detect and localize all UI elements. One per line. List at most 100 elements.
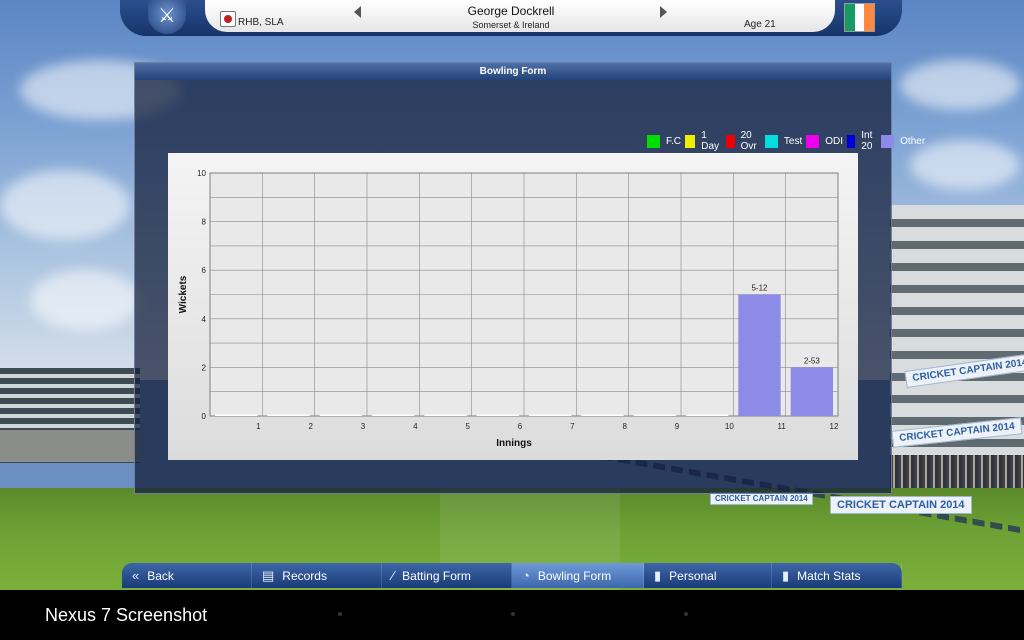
game-logo-icon[interactable]: ⚔ [148,0,186,34]
personal-icon: ▮ [654,567,662,583]
bar [529,414,572,416]
right-pavilion [890,205,1024,495]
nav-bowling-form-button[interactable]: ◔ Bowling Form [512,563,644,588]
x-tick-label: 12 [830,422,839,431]
x-tick-label: 5 [465,422,470,431]
bowling-form-chart: 0 2 4 6 8 10 1 2 3 4 5 6 7 8 9 10 11 12 5-12 2-53 Innings Wic… [168,153,858,460]
legend-item: F.C [647,134,681,148]
nav-records-button[interactable]: ▤ Records [252,563,382,588]
screenshot-caption: Nexus 7 Screenshot [45,605,208,625]
legend-label: 1 Day [701,130,720,152]
y-axis-title: Wickets [178,275,189,313]
cloud [0,170,130,240]
bottom-nav: « Back ▤ Records ⁄ Batting Form ◔ Bowling Form ▮… [122,563,902,588]
player-name: George Dockrell [467,4,555,18]
legend-label: F.C [666,135,681,147]
match-stats-icon: ▮ [782,567,790,583]
legend-swatch [647,134,660,148]
legend-label: ODI [825,135,844,147]
x-tick-label: 8 [622,422,627,431]
legend-item: 1 Day [685,130,722,152]
bowling-form-panel: Bowling Form F.C 1 Day 20 Ovr Test ODI Int 20… [134,62,925,494]
legend-swatch [806,134,820,148]
legend-item: Test [764,134,803,148]
bar-value-label: 2-53 [804,356,821,365]
player-age: Age 21 [744,19,776,30]
bar [372,414,415,416]
nav-personal-button[interactable]: ▮ Personal [644,563,772,588]
legend-label: 20 Ovr [740,130,757,152]
bar [319,414,362,416]
sponsor-banner: CRICKET CAPTAIN 2014 [830,496,972,514]
previous-player-arrow-icon[interactable] [354,6,361,18]
legend-item: Other [881,134,926,148]
nav-label: Personal [669,568,717,583]
legend-item: ODI [806,134,844,148]
y-tick-label: 0 [202,412,207,421]
nav-label: Batting Form [402,568,471,583]
nav-label: Match Stats [797,568,861,583]
x-axis-title: Innings [496,438,532,449]
bar [790,367,833,416]
back-arrows-icon: « [132,568,140,583]
system-dot [511,612,515,616]
left-stand-crowd [0,430,140,462]
legend-label: Other [900,135,926,147]
bar [581,414,624,416]
bar [476,414,519,416]
bar [424,414,467,416]
x-tick-label: 6 [518,422,523,431]
legend-swatch [764,134,778,148]
x-tick-label: 3 [361,422,366,431]
player-handedness: RHB, SLA [238,17,284,28]
y-tick-label: 10 [197,169,206,178]
bar [267,414,310,416]
legend-item: Int 20 [847,130,877,152]
nav-label: Bowling Form [537,568,612,583]
x-tick-label: 9 [675,422,680,431]
cricket-ball-icon [220,11,236,27]
system-dot [684,612,688,616]
nav-label: Records [282,568,327,583]
bar [738,294,781,416]
y-tick-label: 8 [202,218,207,227]
bar-value-label: 5-12 [751,284,768,293]
next-player-arrow-icon[interactable] [660,6,667,18]
bowling-form-icon: ◔ [522,568,530,583]
y-tick-label: 6 [202,266,207,275]
ireland-flag-icon [844,3,875,32]
x-tick-label: 10 [725,422,734,431]
legend-item: 20 Ovr [725,130,761,152]
legend-label: Test [783,135,803,147]
bar [686,414,729,416]
legend-swatch [847,134,856,148]
records-icon: ▤ [262,567,275,583]
flag-stripe [854,4,865,31]
flag-stripe [845,4,855,31]
x-tick-label: 2 [308,422,313,431]
legend-swatch [881,134,895,148]
nav-batting-form-button[interactable]: ⁄ Batting Form [382,563,512,588]
cloud [900,60,1020,110]
panel-title: Bowling Form [135,63,891,80]
legend-swatch [685,134,696,148]
x-tick-label: 7 [570,422,575,431]
player-team: Somerset & Ireland [472,20,550,30]
nav-label: Back [147,568,174,583]
y-tick-label: 4 [202,315,207,324]
x-tick-label: 11 [778,422,787,431]
bar [633,414,676,416]
x-tick-label: 1 [256,422,261,431]
y-tick-label: 2 [202,363,207,372]
nav-match-stats-button[interactable]: ▮ Match Stats [772,563,902,588]
x-tick-label: 4 [413,422,418,431]
bar [215,414,258,416]
system-dot [338,612,342,616]
batting-form-icon: ⁄ [392,568,395,583]
chart-svg: 02468101 2 3 4 5 6 7 8 9 10 11 125-122-53InningsWic… [178,169,839,449]
chart-legend: F.C 1 Day 20 Ovr Test ODI Int 20 Other [647,130,929,152]
nav-back-button[interactable]: « Back [122,563,252,588]
flag-stripe [864,4,875,31]
cloud [30,270,140,330]
legend-label: Int 20 [861,130,873,152]
